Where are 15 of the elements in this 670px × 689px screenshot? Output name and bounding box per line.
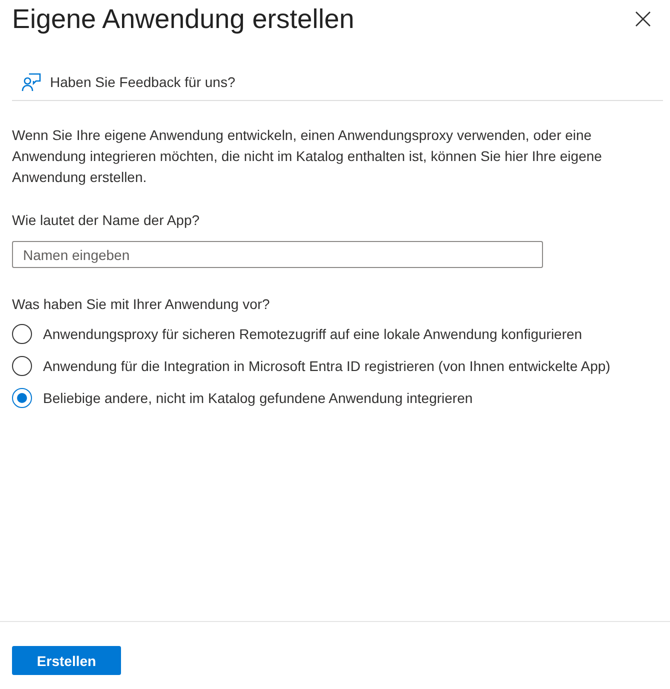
panel-title: Eigene Anwendung erstellen — [12, 4, 354, 34]
radio-option[interactable]: Anwendungsproxy für sicheren Remotezugriff auf eine lokale Anwendung konfigurieren — [12, 324, 663, 345]
close-icon[interactable] — [635, 11, 651, 27]
radio-button[interactable] — [12, 324, 32, 344]
radio-button[interactable] — [12, 356, 32, 376]
feedback-link[interactable]: Haben Sie Feedback für uns? — [21, 72, 236, 92]
create-button[interactable]: Erstellen — [12, 646, 121, 675]
person-chat-icon — [21, 72, 41, 92]
question-label: Was haben Sie mit Ihrer Anwendung vor? — [12, 296, 271, 312]
radio-option[interactable]: Beliebige andere, nicht im Katalog gefundene Anwendung integrieren — [12, 388, 663, 409]
name-input[interactable]: Namen eingeben — [12, 241, 543, 268]
field-label: Wie lautet der Name der App? — [12, 212, 201, 228]
radio-option[interactable]: Anwendung für die Integration in Microsoft Entra ID registrieren (von Ihnen entwickelte App) — [12, 356, 663, 377]
radio-button[interactable] — [12, 388, 32, 408]
intro-text: Wenn Sie Ihre eigene Anwendung entwickeln, einen Anwendungsproxy verwenden, oder eine Anwendung integrieren möchten, die nicht im Katalog enthalten ist, können Sie hier Ihre eigene Anwendung erstellen. — [12, 126, 603, 187]
